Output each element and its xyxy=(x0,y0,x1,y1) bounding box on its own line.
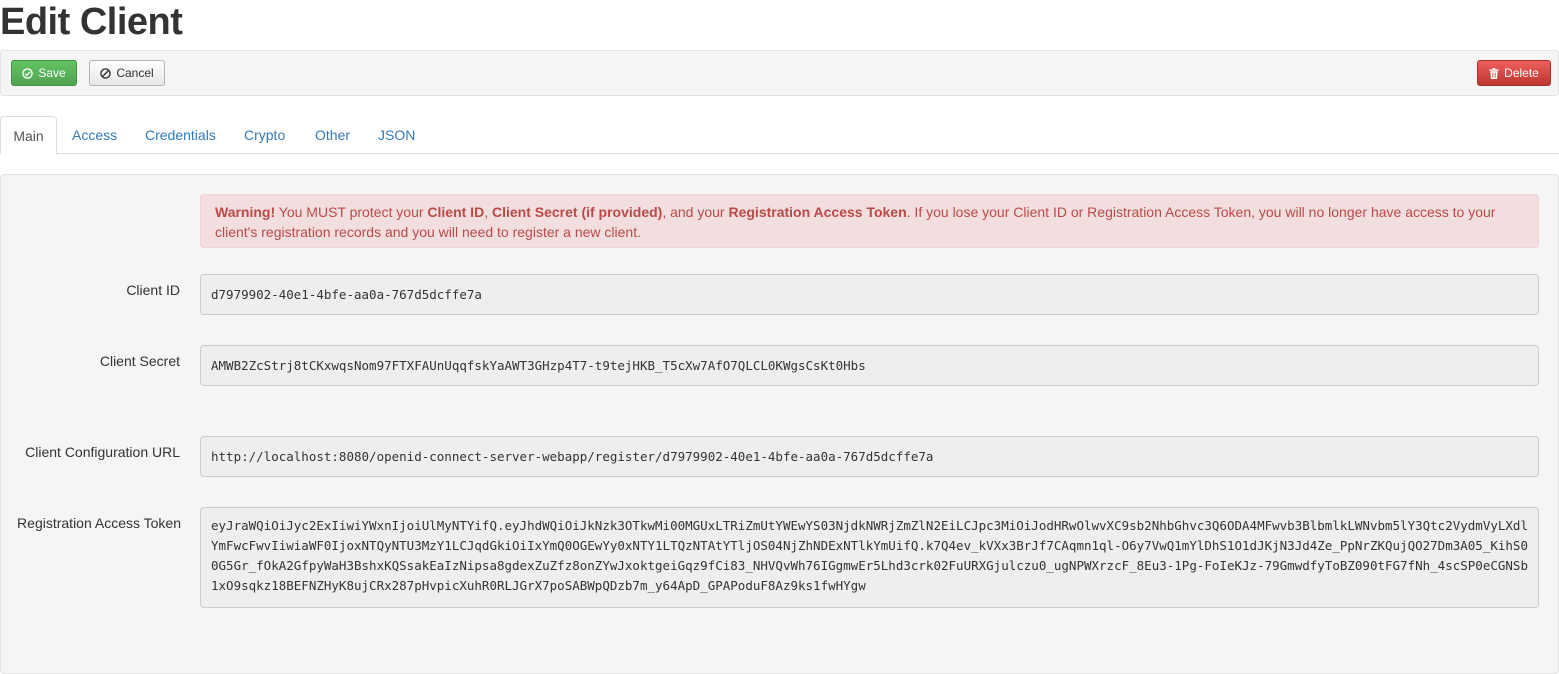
tab-other[interactable]: Other xyxy=(315,116,350,154)
client-secret-label: Client Secret xyxy=(99,353,180,369)
warning-alert: Warning! You MUST protect your Client ID… xyxy=(200,194,1539,248)
registration-token-label: Registration Access Token xyxy=(17,515,181,531)
warning-bold-token: Registration Access Token xyxy=(728,204,907,220)
warning-bold-client-secret: Client Secret (if provided) xyxy=(491,204,663,220)
delete-button[interactable]: Delete xyxy=(1477,60,1551,86)
client-id-label: Client ID xyxy=(126,282,180,298)
page-title: Edit Client xyxy=(0,1,183,43)
client-config-url-label: Client Configuration URL xyxy=(25,444,180,460)
tab-crypto[interactable]: Crypto xyxy=(244,116,285,154)
delete-label: Delete xyxy=(1504,66,1539,80)
tab-access[interactable]: Access xyxy=(72,116,117,154)
save-button[interactable]: Save xyxy=(11,60,77,86)
cancel-button[interactable]: Cancel xyxy=(89,60,165,86)
check-circle-icon xyxy=(22,67,34,79)
warning-bold-client-id: Client ID xyxy=(427,204,485,220)
tab-credentials[interactable]: Credentials xyxy=(145,116,216,154)
cancel-label: Cancel xyxy=(116,66,154,80)
ban-icon xyxy=(100,67,112,79)
tab-main[interactable]: Main xyxy=(0,116,57,155)
client-config-url-field[interactable]: http://localhost:8080/openid-connect-ser… xyxy=(200,436,1539,477)
registration-token-field[interactable]: eyJraWQiOiJyc2ExIiwiYWxnIjoiUlMyNTYifQ.e… xyxy=(200,507,1539,608)
warning-text: You MUST protect your xyxy=(275,204,428,220)
trash-icon xyxy=(1489,67,1499,79)
save-label: Save xyxy=(38,66,66,80)
warning-text: , and your xyxy=(662,204,729,220)
client-secret-field[interactable]: AMWB2ZcStrj8tCKxwqsNom97FTXFAUnUqqfskYaA… xyxy=(200,345,1539,386)
toolbar: Save Cancel Delete xyxy=(0,50,1559,96)
client-id-field[interactable]: d7979902-40e1-4bfe-aa0a-767d5dcffe7a xyxy=(200,274,1539,315)
warning-prefix: Warning! xyxy=(215,204,276,220)
warning-text: , xyxy=(484,204,492,220)
tab-json[interactable]: JSON xyxy=(378,116,415,154)
tab-bar: Main Access Credentials Crypto Other JSO… xyxy=(0,116,1559,155)
